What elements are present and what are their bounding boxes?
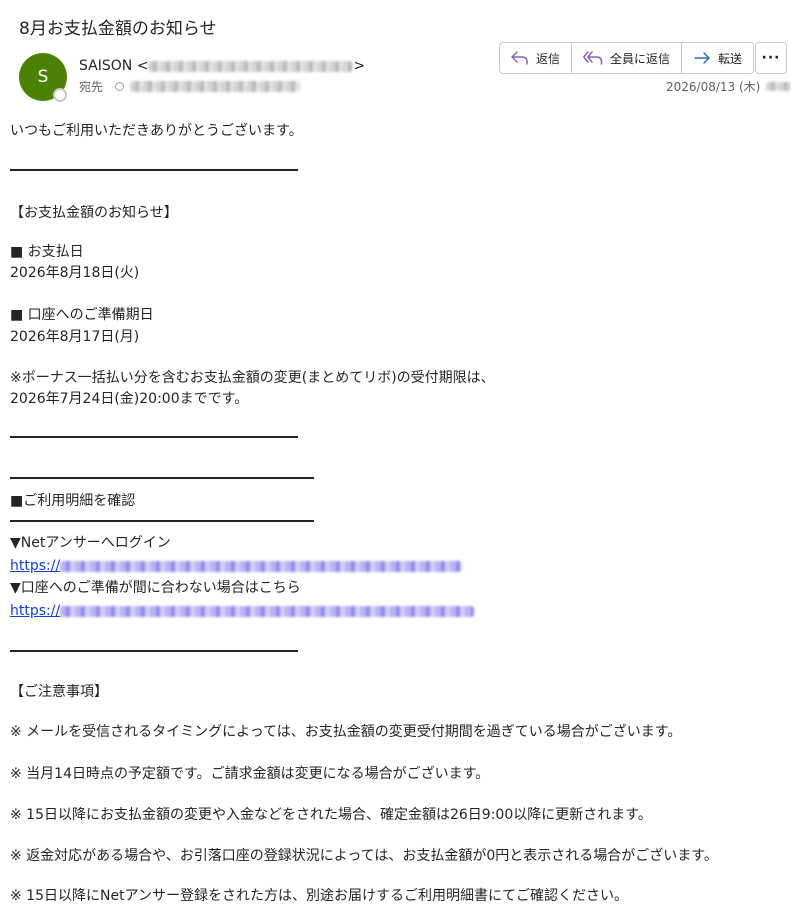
not-in-time-link-redacted[interactable]	[60, 605, 475, 617]
divider	[10, 436, 298, 438]
presence-status-icon	[53, 88, 67, 102]
notes-title: 【ご注意事項】	[10, 684, 108, 700]
forward-button[interactable]: 転送	[682, 43, 753, 73]
forward-label: 転送	[718, 51, 743, 66]
prepare-heading: ■ 口座へのご準備期日	[10, 307, 154, 323]
divider	[10, 650, 298, 652]
date-text: 2026/08/13 (木)	[666, 80, 761, 94]
prepare-value: 2026年8月17日(月)	[10, 329, 140, 345]
section-title: 【お支払金額のお知らせ】	[10, 205, 178, 221]
net-answer-link-prefix[interactable]: https://	[10, 558, 60, 574]
payment-day-value: 2026年8月18日(火)	[10, 265, 140, 281]
recipient-email-redacted[interactable]	[130, 81, 301, 92]
divider	[10, 169, 298, 171]
forward-icon	[694, 52, 710, 64]
net-answer-link-redacted[interactable]	[60, 560, 463, 572]
more-icon: ···	[761, 50, 781, 66]
email-subject: 8月お支払金額のお知らせ	[19, 19, 217, 39]
reply-all-icon	[583, 51, 603, 65]
note-item: ※ メールを受信されるタイミングによっては、お支払金額の変更受付期間を過ぎている…	[10, 724, 682, 740]
reply-all-label: 全員に返信	[610, 51, 671, 66]
note-item: ※ 返金対応がある場合や、お引落口座の登録状況によっては、お支払金額が0円と表示…	[10, 848, 718, 864]
not-in-time-link[interactable]: https://	[10, 601, 475, 621]
recipient-line: 宛先	[79, 78, 301, 95]
sender-bracket-open: <	[136, 58, 149, 74]
reply-icon	[511, 51, 528, 65]
net-answer-label: ▼Netアンサーへログイン	[10, 535, 171, 551]
time-redacted	[766, 82, 791, 91]
sender-line[interactable]: SAISON < >	[79, 58, 365, 74]
recipient-status-icon	[115, 82, 125, 91]
bonus-deadline-line: 2026年7月24日(金)20:00までです。	[10, 391, 249, 407]
reply-label: 返信	[536, 51, 561, 66]
sender-email-redacted	[148, 60, 354, 72]
message-actions-toolbar: 返信 全員に返信 転送	[499, 42, 755, 74]
reply-button[interactable]: 返信	[500, 43, 573, 73]
received-date: 2026/08/13 (木)	[666, 78, 791, 95]
avatar-initial: S	[37, 67, 49, 87]
to-label: 宛先	[79, 80, 104, 94]
payment-day-heading: ■ お支払日	[10, 244, 84, 260]
not-in-time-label: ▼口座へのご準備が間に合わない場合はこちら	[10, 580, 301, 596]
sender-bracket-close: >	[353, 58, 366, 74]
divider	[10, 477, 314, 479]
more-actions-button[interactable]: ···	[755, 42, 787, 74]
note-item: ※ 15日以降にNetアンサー登録をされた方は、別途お届けするご利用明細書にてご…	[10, 888, 629, 904]
reply-all-button[interactable]: 全員に返信	[572, 43, 683, 73]
greeting-text: いつもご利用いただきありがとうございます。	[10, 123, 303, 139]
detail-heading: ■ご利用明細を確認	[10, 493, 136, 509]
net-answer-link[interactable]: https://	[10, 556, 463, 576]
not-in-time-link-prefix[interactable]: https://	[10, 603, 60, 619]
divider	[10, 520, 314, 522]
bonus-notice-line: ※ボーナス一括払い分を含むお支払金額の変更(まとめてリボ)の受付期限は、	[10, 370, 495, 386]
note-item: ※ 当月14日時点の予定額です。ご請求金額は変更になる場合がございます。	[10, 766, 490, 782]
sender-name: SAISON	[79, 58, 133, 74]
note-item: ※ 15日以降にお支払金額の変更や入金などをされた場合、確定金額は26日9:00…	[10, 807, 652, 823]
